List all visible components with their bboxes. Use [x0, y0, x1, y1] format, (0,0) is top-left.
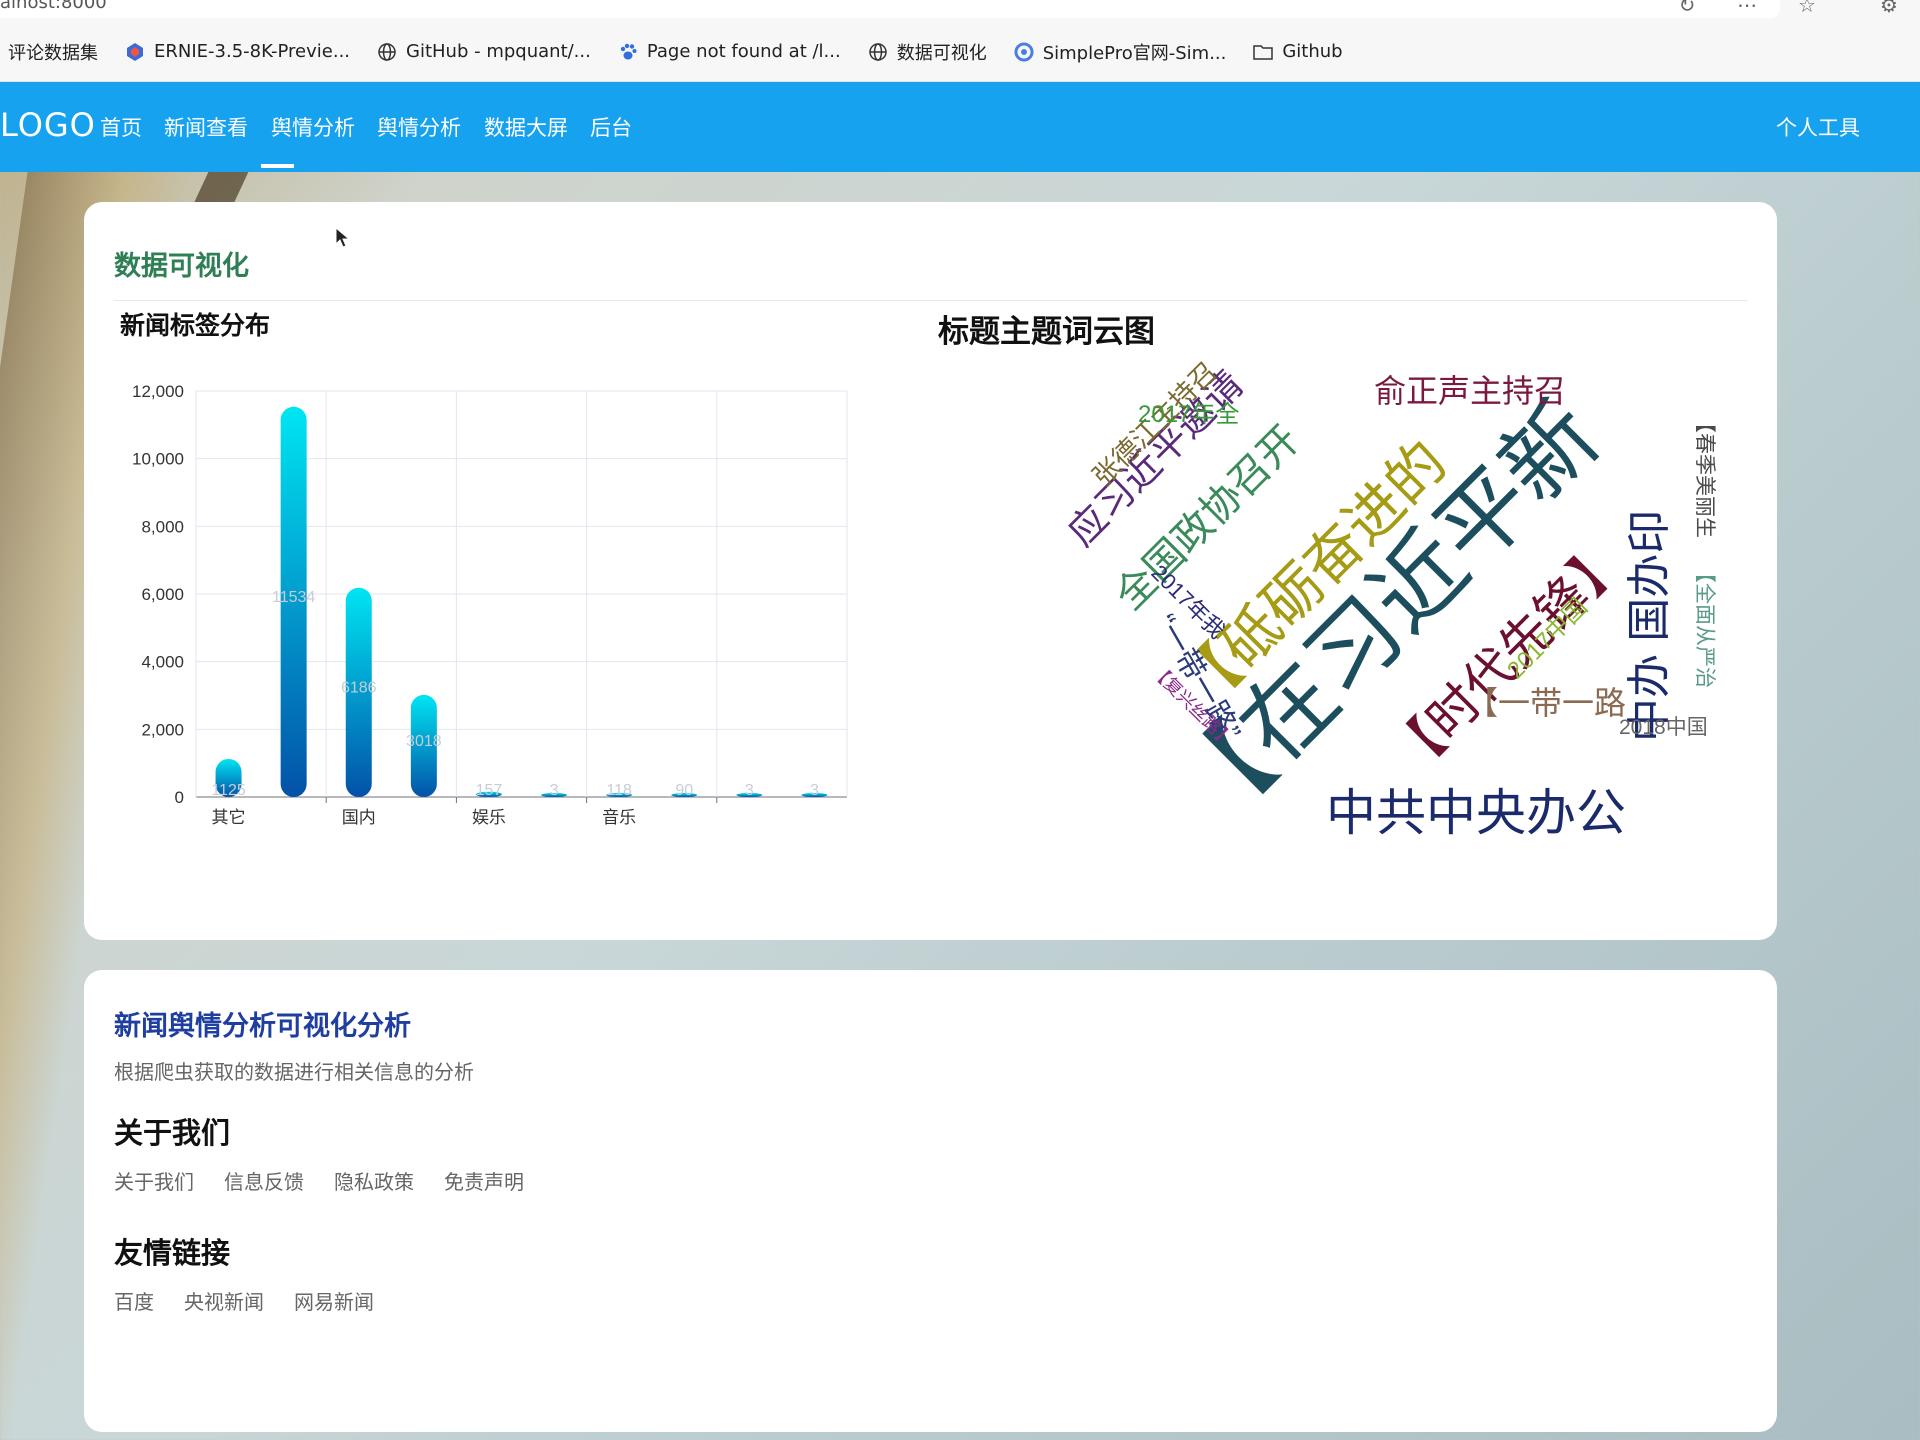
nav-active-indicator: [261, 164, 294, 168]
friend-links: 百度 央视新闻 网易新闻: [114, 1286, 404, 1315]
bar-data-label: 3: [550, 782, 559, 799]
wordcloud-word: 【春季美丽生: [1693, 412, 1716, 538]
visualization-card: 数据可视化 新闻标签分布 0 2,000 4,000 6,000 8,000 10,000…: [84, 202, 1777, 940]
about-links: 关于我们 信息反馈 隐私政策 免责声明: [114, 1166, 554, 1195]
star-icon[interactable]: ☆: [1796, 0, 1818, 16]
y-tick-label: 0: [175, 788, 184, 807]
link-netease-news[interactable]: 网易新闻: [294, 1286, 374, 1315]
bar-data-label: 157: [476, 782, 503, 799]
link-disclaimer[interactable]: 免责声明: [444, 1166, 524, 1195]
x-tick-label: 娱乐: [472, 808, 506, 827]
title-wordcloud: 【在习近平新 【砥砺奋进的 【时代先锋】 中共中央办公 中办 国办印 应习近平邀…: [1061, 356, 1716, 846]
bar-data-label: 118: [606, 782, 632, 799]
bar-chart-title: 新闻标签分布: [120, 311, 271, 340]
bar-data-label: 3: [810, 782, 819, 799]
footer-card: 新闻舆情分析可视化分析 根据爬虫获取的数据进行相关信息的分析 关于我们 关于我们…: [84, 970, 1777, 1432]
analysis-title: 新闻舆情分析可视化分析: [114, 1011, 411, 1042]
y-tick-label: 2,000: [141, 720, 184, 739]
wordcloud-word: 2018中国: [1619, 716, 1708, 739]
y-tick-label: 8,000: [141, 517, 184, 536]
bookmark-label: Page not found at /l...: [646, 41, 841, 62]
bookmark-label: Github: [1282, 41, 1343, 62]
link-feedback[interactable]: 信息反馈: [224, 1166, 304, 1195]
browser-toolbar: alhost:8000 ↻ ⋯ ☆ ⚙: [0, 0, 1920, 22]
bookmark-label: ERNIE-3.5-8K-Previe...: [154, 41, 351, 62]
y-tick-label: 4,000: [141, 653, 184, 672]
bookmark-label: GitHub - mpquant/...: [406, 41, 591, 62]
nav-opinion-analysis[interactable]: 舆情分析: [271, 112, 355, 142]
mouse-cursor-icon: [335, 226, 351, 248]
y-tick-label: 6,000: [141, 585, 184, 604]
simplepro-icon: [1013, 41, 1035, 63]
site-logo[interactable]: LOGO: [0, 106, 96, 144]
refresh-icon[interactable]: ↻: [1676, 0, 1698, 16]
bookmark-label: 评论数据集: [8, 42, 98, 64]
bookmark-page-not-found[interactable]: Page not found at /l...: [617, 41, 841, 63]
nav-news-view[interactable]: 新闻查看: [164, 112, 248, 142]
analysis-description: 根据爬虫获取的数据进行相关信息的分析: [114, 1060, 474, 1084]
tag-distribution-bar-chart: 0 2,000 4,000 6,000 8,000 10,000 12,000 1125 115…: [132, 382, 848, 827]
wordcloud-word: 2017年全: [1138, 401, 1239, 428]
y-tick-label: 10,000: [132, 450, 184, 469]
more-icon[interactable]: ⋯: [1736, 0, 1758, 16]
ernie-icon: [124, 41, 146, 63]
address-bar[interactable]: alhost:8000: [0, 0, 1780, 18]
bar-data-label: 3: [745, 782, 754, 799]
link-privacy-policy[interactable]: 隐私政策: [334, 1166, 414, 1195]
link-baidu[interactable]: 百度: [114, 1286, 154, 1315]
wordcloud-word: 【全面从严治: [1693, 562, 1716, 688]
x-tick-label: 国内: [342, 808, 376, 827]
site-navbar: LOGO 首页 新闻查看 舆情分析 舆情分析 数据大屏 后台 个人工具: [0, 82, 1920, 172]
bar-data-label: 3018: [406, 733, 442, 750]
bookmark-label: SimplePro官网-Sim...: [1042, 42, 1227, 64]
wordcloud-word: 中办 国办印: [1625, 510, 1674, 742]
paw-icon: [617, 41, 639, 63]
wordcloud-word: 俞正声主持召: [1374, 373, 1566, 409]
nav-opinion-analysis-2[interactable]: 舆情分析: [377, 112, 461, 142]
link-about-us[interactable]: 关于我们: [114, 1166, 194, 1195]
x-tick-label: 其它: [212, 808, 246, 827]
divider: [114, 300, 1748, 301]
bookmark-simplepro[interactable]: SimplePro官网-Sim...: [1013, 39, 1227, 65]
bar-data-label: 90: [675, 782, 693, 799]
bar-data-label: 1125: [211, 782, 246, 799]
bookmark-github-folder[interactable]: Github: [1252, 41, 1343, 63]
nav-admin[interactable]: 后台: [590, 112, 632, 142]
link-cctv-news[interactable]: 央视新闻: [184, 1286, 264, 1315]
globe-icon: [376, 41, 398, 63]
x-tick-label: 音乐: [602, 808, 636, 827]
bar-data-label: 11534: [272, 589, 315, 606]
friend-links-heading: 友情链接: [114, 1236, 231, 1270]
bookmarks-bar: 评论数据集 ERNIE-3.5-8K-Previe... GitHub - mp…: [0, 22, 1920, 82]
nav-data-screen[interactable]: 数据大屏: [484, 112, 568, 142]
nav-personal-tools[interactable]: 个人工具: [1776, 112, 1860, 142]
wordcloud-word: 中共中央办公: [1326, 785, 1626, 841]
globe-icon: [867, 41, 889, 63]
bookmark-github-mpquant[interactable]: GitHub - mpquant/...: [376, 41, 591, 63]
address-text: alhost:8000: [0, 0, 107, 13]
bookmark-data-viz[interactable]: 数据可视化: [867, 39, 987, 65]
bookmark-label: 数据可视化: [896, 42, 987, 64]
wordcloud-word: 【一带一路: [1466, 685, 1626, 721]
nav-home[interactable]: 首页: [100, 112, 142, 142]
settings-icon[interactable]: ⚙: [1878, 0, 1900, 16]
section-title: 数据可视化: [114, 251, 249, 282]
about-us-heading: 关于我们: [114, 1116, 231, 1150]
y-tick-label: 12,000: [132, 382, 184, 401]
bookmark-ernie[interactable]: ERNIE-3.5-8K-Previe...: [124, 41, 350, 63]
bar-data-label: 6186: [341, 679, 377, 696]
bookmark-comment-dataset[interactable]: 评论数据集: [8, 39, 98, 65]
folder-icon: [1252, 41, 1274, 63]
